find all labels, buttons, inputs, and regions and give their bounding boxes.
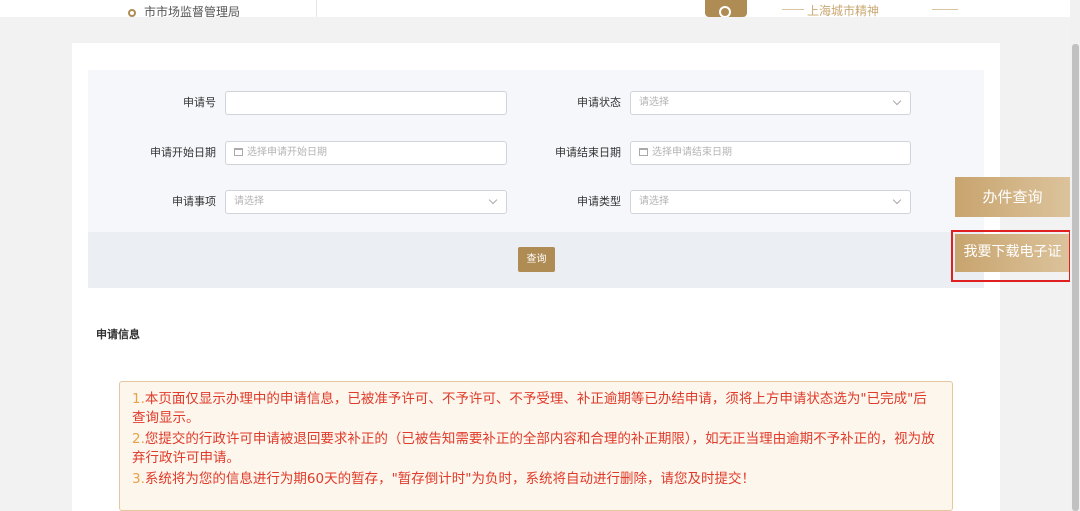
matter-select[interactable]: 请选择 xyxy=(225,190,507,214)
header-slogan: 上海城市精神 xyxy=(807,4,880,17)
application-status-select[interactable]: 请选择 xyxy=(630,91,911,115)
start-date-label: 申请开始日期 xyxy=(150,146,216,159)
chevron-down-icon xyxy=(892,96,902,106)
matter-placeholder: 请选择 xyxy=(234,196,264,207)
section-title: 申请信息 xyxy=(96,328,140,341)
type-select[interactable]: 请选择 xyxy=(630,190,911,214)
location-icon xyxy=(128,9,136,17)
end-date-placeholder: 选择申请结束日期 xyxy=(652,147,732,158)
start-date-picker[interactable]: 选择申请开始日期 xyxy=(225,141,507,165)
notice-item-3: 3.系统将为您的信息进行为期60天的暂存，"暂存倒计时"为负时，系统将自动进行删… xyxy=(132,471,755,487)
scrollbar-thumb[interactable] xyxy=(1072,44,1079,511)
notice-item-2: 2.您提交的行政许可申请被退回要求补正的（已被告知需要补正的全部内容和合理的补正… xyxy=(132,431,935,466)
notice-item-1: 1.本页面仅显示办理中的申请信息，已被准予许可、不予许可、不予受理、补正逾期等已… xyxy=(132,391,927,426)
chevron-down-icon xyxy=(892,195,902,205)
header-divider xyxy=(316,0,317,17)
application-no-label: 申请号 xyxy=(183,96,216,109)
department-name: 市市场监督管理局 xyxy=(144,5,241,17)
query-button[interactable]: 查询 xyxy=(518,247,555,272)
matter-label: 申请事项 xyxy=(172,195,216,208)
application-no-input[interactable] xyxy=(225,91,507,115)
type-label: 申请类型 xyxy=(577,195,621,208)
highlight-box xyxy=(951,230,1071,282)
calendar-icon xyxy=(639,148,648,156)
calendar-icon xyxy=(234,148,243,156)
search-icon xyxy=(719,6,731,17)
case-query-button[interactable]: 办件查询 xyxy=(955,177,1070,217)
application-status-label: 申请状态 xyxy=(577,96,621,109)
end-date-picker[interactable]: 选择申请结束日期 xyxy=(630,141,911,165)
notice-box: 1.本页面仅显示办理中的申请信息，已被准予许可、不予许可、不予受理、补正逾期等已… xyxy=(119,381,953,511)
slogan-line-left xyxy=(782,9,804,10)
application-status-placeholder: 请选择 xyxy=(639,97,669,108)
chevron-down-icon xyxy=(488,195,498,205)
type-placeholder: 请选择 xyxy=(639,196,669,207)
slogan-line-right xyxy=(932,9,958,10)
top-header: 市市场监督管理局 上海城市精神 xyxy=(0,0,1070,17)
start-date-placeholder: 选择申请开始日期 xyxy=(247,147,327,158)
end-date-label: 申请结束日期 xyxy=(555,146,621,159)
